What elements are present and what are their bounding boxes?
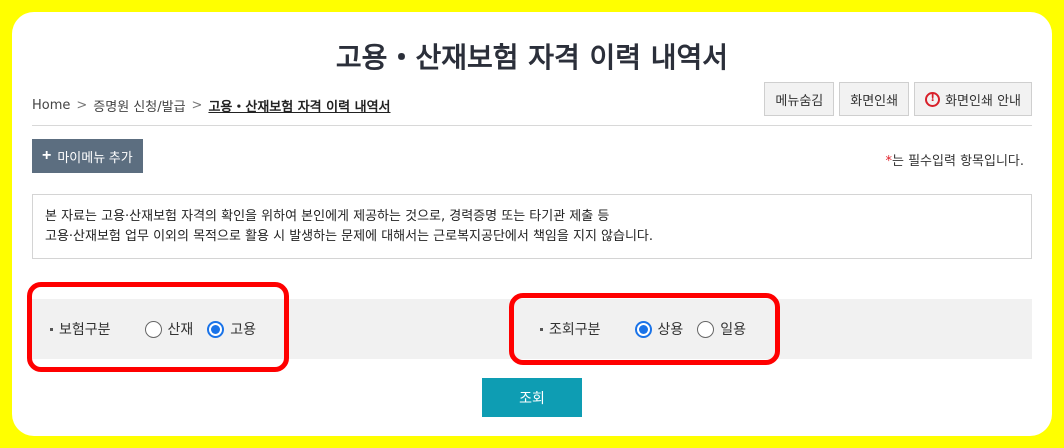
notice-line-2: 고용·산재보험 업무 이외의 목적으로 활용 시 발생하는 문제에 대해서는 근… xyxy=(45,229,654,244)
breadcrumb-separator: > xyxy=(191,98,203,113)
print-label: 화면인쇄 xyxy=(850,93,899,109)
required-field-note: *는 필수입력 항목입니다. xyxy=(886,150,1025,169)
highlight-box-insurance-type xyxy=(27,282,289,372)
breadcrumb: Home > 증명원 신청/발급 > 고용・산재보험 자격 이력 내역서 xyxy=(32,96,391,115)
breadcrumb-certificate-request[interactable]: 증명원 신청/발급 xyxy=(93,96,185,115)
print-guide-label: 화면인쇄 안내 xyxy=(945,93,1021,109)
breadcrumb-separator: > xyxy=(76,98,88,113)
page-title: 고용・산재보험 자격 이력 내역서 xyxy=(335,41,729,74)
header-divider xyxy=(32,125,1032,126)
highlight-box-query-type xyxy=(509,293,780,365)
menu-hide-label: 메뉴숨김 xyxy=(775,93,824,109)
notice-box: 본 자료는 고용·산재보험 자격의 확인을 위하여 본인에게 제공하는 것으로,… xyxy=(32,194,1032,259)
add-mymenu-button[interactable]: + 마이메뉴 추가 xyxy=(32,139,143,173)
add-mymenu-label: 마이메뉴 추가 xyxy=(57,149,133,165)
notice-line-1: 본 자료는 고용·산재보험 자격의 확인을 위하여 본인에게 제공하는 것으로,… xyxy=(45,209,610,224)
warning-icon: ! xyxy=(925,91,941,107)
print-button[interactable]: 화면인쇄 xyxy=(839,82,910,116)
breadcrumb-current[interactable]: 고용・산재보험 자격 이력 내역서 xyxy=(208,96,390,115)
breadcrumb-home[interactable]: Home xyxy=(32,98,70,113)
toolbar: 메뉴숨김 화면인쇄 ! 화면인쇄 안내 xyxy=(764,82,1032,116)
plus-icon: + xyxy=(42,147,52,164)
required-note-text: 는 필수입력 항목입니다. xyxy=(892,154,1024,169)
print-guide-button[interactable]: ! 화면인쇄 안내 xyxy=(914,82,1032,116)
menu-hide-button[interactable]: 메뉴숨김 xyxy=(764,82,835,116)
search-button[interactable]: 조회 xyxy=(482,378,582,417)
